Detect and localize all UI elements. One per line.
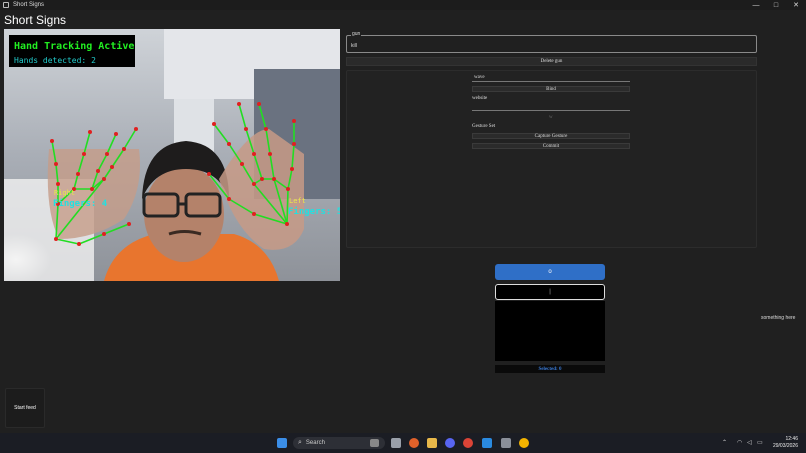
close-button[interactable]: ✕ bbox=[786, 0, 806, 10]
clock-date: 29/03/2026 bbox=[772, 443, 798, 449]
gesture-name-input[interactable]: wave bbox=[472, 74, 630, 82]
selected-count: Selected: 0 bbox=[495, 365, 605, 373]
bind-button[interactable]: Bind bbox=[472, 86, 630, 92]
website-label: website bbox=[472, 96, 488, 101]
minimize-button[interactable]: — bbox=[746, 0, 766, 10]
chrome-icon[interactable] bbox=[463, 438, 473, 448]
task-view-icon[interactable] bbox=[391, 438, 401, 448]
maximize-button[interactable]: □ bbox=[766, 0, 786, 10]
discord-icon[interactable] bbox=[445, 438, 455, 448]
search-icon: ⌕ bbox=[298, 439, 302, 446]
text-input[interactable]: | bbox=[495, 284, 605, 300]
hands-detected-text: Hands detected: 2 bbox=[14, 56, 96, 65]
commit-button[interactable]: Commit bbox=[472, 143, 630, 149]
camera-feed: Hand Tracking Active Hands detected: 2 R… bbox=[4, 29, 340, 281]
capture-gesture-button[interactable]: Capture Gesture bbox=[472, 133, 630, 139]
short-signs-app-icon[interactable] bbox=[501, 438, 511, 448]
tracking-status-text: Hand Tracking Active bbox=[14, 40, 134, 52]
gun-field-value: kill bbox=[351, 43, 357, 49]
file-explorer-icon[interactable] bbox=[427, 438, 437, 448]
taskbar: ⌕ Search ⌃ ◠ ◁ ▭ 12:46 29/03/2026 bbox=[0, 433, 806, 453]
selection-list[interactable] bbox=[495, 301, 605, 361]
taskbar-search[interactable]: ⌕ Search bbox=[293, 437, 385, 449]
clock-time: 12:46 bbox=[785, 436, 798, 442]
vscode-icon[interactable] bbox=[482, 438, 492, 448]
website-input[interactable] bbox=[472, 103, 630, 111]
search-label: Search bbox=[305, 440, 325, 446]
gun-field-label: gun bbox=[351, 31, 362, 37]
app-heading: Short Signs bbox=[4, 13, 67, 27]
left-hand-label: Left bbox=[289, 197, 306, 205]
website-marker: w bbox=[549, 115, 553, 120]
window-title: Short Signs bbox=[13, 2, 45, 8]
copilot-icon[interactable] bbox=[409, 438, 419, 448]
windows-start-icon[interactable] bbox=[277, 438, 287, 448]
camera-feed-image: Hand Tracking Active Hands detected: 2 R… bbox=[4, 29, 340, 281]
status-text: something here bbox=[761, 315, 796, 321]
tray-chevron-icon[interactable]: ⌃ bbox=[722, 439, 727, 446]
volume-icon[interactable]: ◁ bbox=[747, 439, 752, 446]
gun-field[interactable]: gun kill bbox=[346, 31, 757, 53]
window-titlebar: Short Signs — □ ✕ bbox=[0, 0, 806, 10]
app-icon bbox=[3, 2, 9, 8]
right-hand-fingers: Fingers: 4 bbox=[53, 198, 108, 209]
search-highlight-icon bbox=[370, 439, 379, 447]
wifi-icon[interactable]: ◠ bbox=[737, 439, 742, 446]
chrome-profile-icon[interactable] bbox=[519, 438, 529, 448]
system-clock[interactable]: 12:46 29/03/2026 bbox=[773, 436, 798, 450]
bind-panel: wave Bind website w Gesture Set Capture … bbox=[346, 70, 757, 248]
battery-icon[interactable]: ▭ bbox=[757, 439, 763, 446]
gesture-set-label: Gesture Set bbox=[472, 124, 496, 129]
delete-gun-button[interactable]: Delete gun bbox=[346, 57, 757, 66]
primary-action-button[interactable]: o bbox=[495, 264, 605, 280]
window-controls: — □ ✕ bbox=[746, 0, 806, 10]
left-hand-fingers: Fingers: 5 bbox=[288, 206, 340, 217]
right-hand-label: Right bbox=[54, 189, 75, 197]
start-feed-button[interactable]: Start feed bbox=[5, 388, 45, 428]
